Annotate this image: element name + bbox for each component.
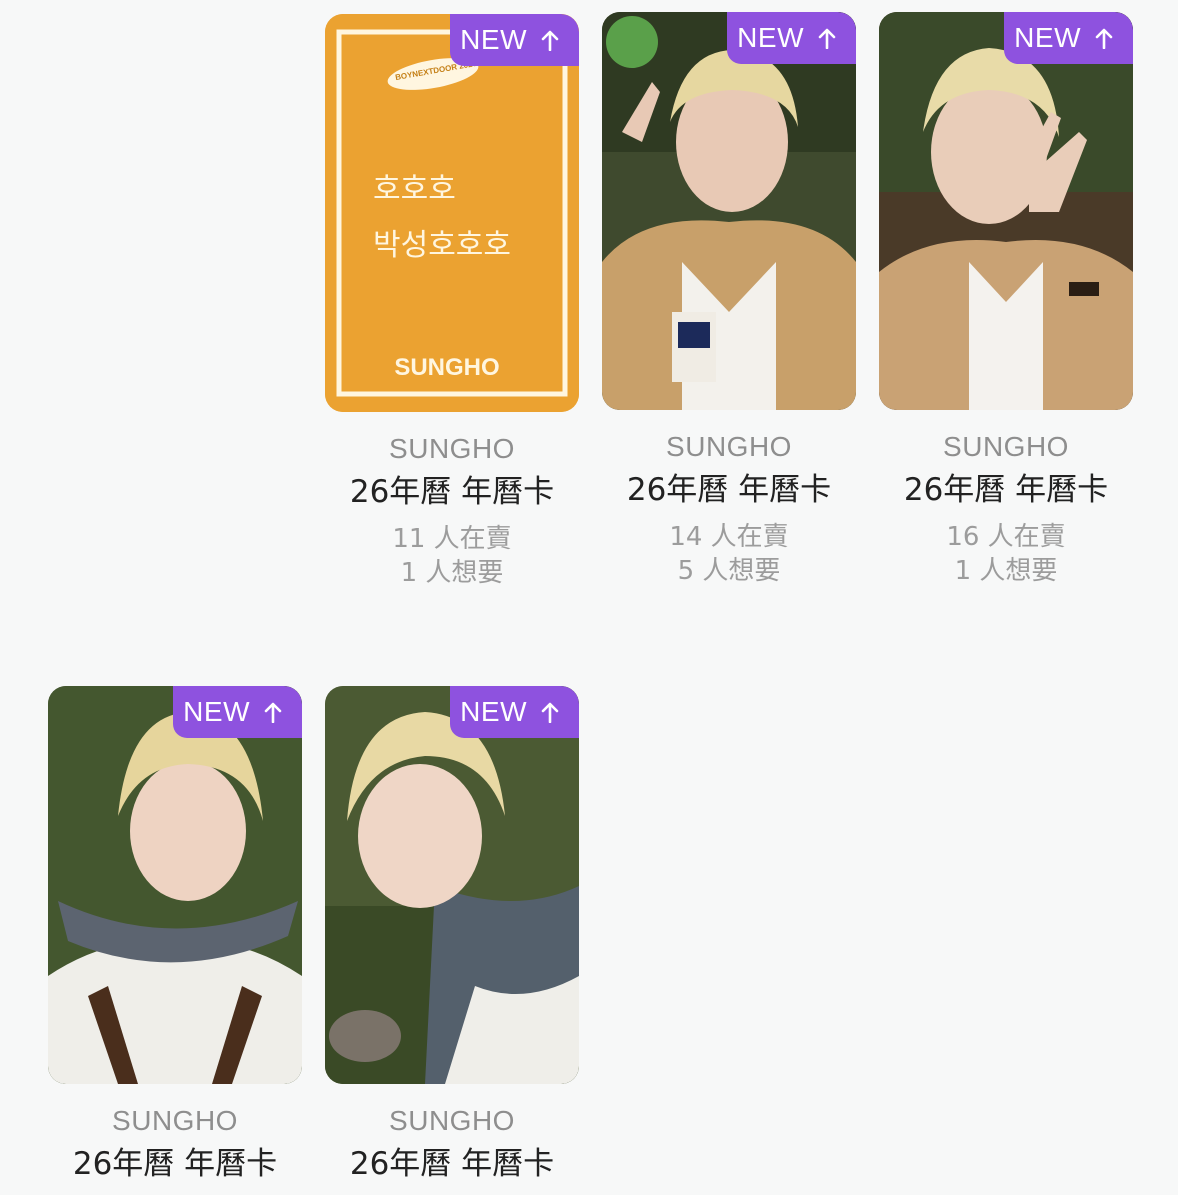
photo-selfie-vest <box>602 12 856 410</box>
new-badge: NEW <box>1004 12 1133 64</box>
card-title: 26年曆 年曆卡 <box>349 474 555 510</box>
new-badge-label: NEW <box>1014 22 1081 53</box>
artist-name: SUNGHO <box>666 431 792 462</box>
selling-count: 11 人在賣 <box>392 524 512 554</box>
new-badge-label: NEW <box>183 696 250 727</box>
new-badge: NEW <box>173 686 302 738</box>
photocard-grid: BOYNEXTDOOR 2026 호호호 박성호호호 SUNGHO NEW SU… <box>0 0 1178 1195</box>
new-badge: NEW <box>450 686 579 738</box>
selling-count: 14 人在賣 <box>669 522 789 552</box>
artist-name: SUNGHO <box>112 1105 238 1136</box>
arrow-up-icon <box>541 30 559 51</box>
photocard-image[interactable]: NEW <box>325 686 579 1084</box>
photo-selfie-v-sign <box>879 12 1133 410</box>
card-title: 26年曆 年曆卡 <box>903 472 1109 508</box>
photocard-image[interactable]: NEW <box>48 686 302 1084</box>
new-badge: NEW <box>450 14 579 66</box>
photocard-item[interactable]: BOYNEXTDOOR 2026 호호호 박성호호호 SUNGHO NEW SU… <box>325 14 579 590</box>
artist-name: SUNGHO <box>943 431 1069 462</box>
photocard-item[interactable]: NEW SUNGHO 26年曆 年曆卡 16 人在賣 1 人想要 <box>879 12 1133 588</box>
card-handwriting-line2: 박성호호호 <box>373 228 511 263</box>
new-badge-label: NEW <box>460 696 527 727</box>
card-name-text: SUNGHO <box>394 354 500 381</box>
photo-selfie-scarf-forest <box>48 686 302 1084</box>
card-handwriting-line1: 호호호 <box>373 172 456 207</box>
card-title: 26年曆 年曆卡 <box>626 472 832 508</box>
card-title: 26年曆 年曆卡 <box>349 1146 555 1182</box>
artist-name: SUNGHO <box>389 433 515 464</box>
photo-selfie-scarf-lying <box>325 686 579 1084</box>
artist-name: SUNGHO <box>389 1105 515 1136</box>
orange-card-art <box>325 14 579 412</box>
selling-count: 16 人在賣 <box>946 522 1066 552</box>
wanting-count: 1 人想要 <box>954 556 1058 586</box>
wanting-count: 5 人想要 <box>677 556 781 586</box>
photocard-image[interactable]: BOYNEXTDOOR 2026 호호호 박성호호호 SUNGHO NEW <box>325 14 579 412</box>
arrow-up-icon <box>1095 28 1113 49</box>
photocard-item[interactable]: NEW SUNGHO 26年曆 年曆卡 14 人在賣 5 人想要 <box>602 12 856 588</box>
new-badge: NEW <box>727 12 856 64</box>
photocard-item[interactable]: NEW SUNGHO 26年曆 年曆卡 <box>48 686 302 1184</box>
wanting-count: 1 人想要 <box>400 558 504 588</box>
arrow-up-icon <box>818 28 836 49</box>
photocard-image[interactable]: NEW <box>602 12 856 410</box>
new-badge-label: NEW <box>460 24 527 55</box>
photocard-image[interactable]: NEW <box>879 12 1133 410</box>
arrow-up-icon <box>541 702 559 723</box>
arrow-up-icon <box>264 702 282 723</box>
card-title: 26年曆 年曆卡 <box>72 1146 278 1182</box>
new-badge-label: NEW <box>737 22 804 53</box>
photocard-item[interactable]: NEW SUNGHO 26年曆 年曆卡 <box>325 686 579 1184</box>
